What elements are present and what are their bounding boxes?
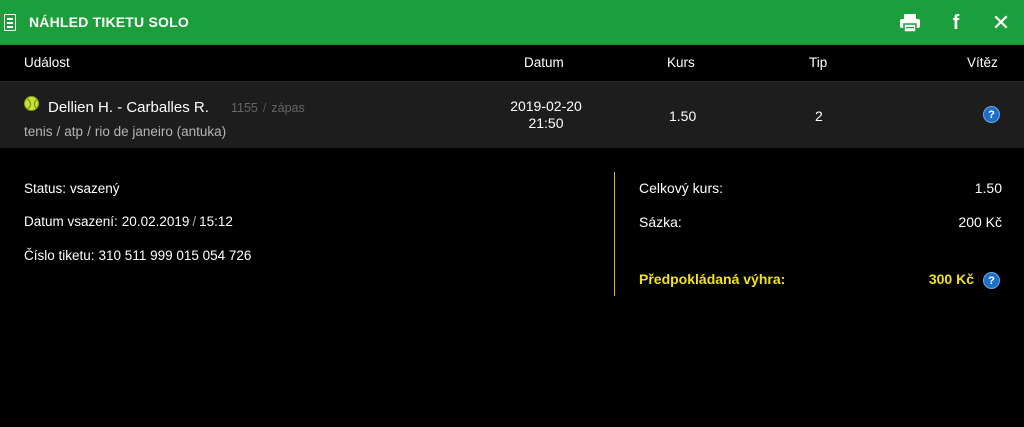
event-odds: 1.50 (669, 108, 697, 124)
separator: / (56, 124, 61, 139)
status-value: vsazený (70, 181, 120, 196)
event-tip: 2 (815, 108, 823, 124)
separator: / (192, 214, 197, 229)
ticket-number-label: Číslo tiketu: (24, 248, 95, 263)
match-number: 1155 (231, 101, 258, 115)
print-button[interactable] (897, 10, 923, 36)
column-header-tip: Tip (809, 55, 828, 70)
stake-label: Sázka: (639, 214, 682, 230)
close-button[interactable]: ✕ (988, 10, 1014, 36)
ticket-number-value: 310 511 999 015 054 726 (98, 248, 252, 263)
crumb-sport: tenis (24, 124, 53, 139)
event-datetime: 2019-02-20 21:50 (500, 98, 592, 132)
expected-win-value: 300 Kč (928, 271, 974, 287)
ticket-icon (4, 14, 16, 31)
separator: / (262, 101, 267, 115)
bet-date-line: Datum vsazení: 20.02.2019/15:12 (24, 214, 233, 229)
total-odds-label: Celkový kurs: (639, 180, 724, 196)
winner-help-icon[interactable]: ? (983, 106, 1000, 123)
match-name: Dellien H. - Carballes R. (48, 99, 209, 116)
match-meta: 1155 / zápas (231, 101, 305, 115)
column-header-event: Událost (24, 55, 70, 70)
facebook-icon: f (952, 11, 960, 34)
vertical-divider (614, 172, 615, 296)
column-header-winner: Vítěz (967, 55, 998, 70)
column-header-date: Datum (524, 55, 564, 70)
crumb-tournament: rio de janeiro (antuka) (94, 124, 227, 139)
expected-win-help-icon[interactable]: ? (983, 272, 1000, 289)
event-row: Dellien H. - Carballes R. 1155 / zápas ten… (0, 81, 1024, 148)
title-bar: NÁHLED TIKETU SOLO f ✕ (0, 0, 1024, 45)
status-label: Status: (24, 181, 67, 196)
status-line: Status: vsazený (24, 181, 120, 196)
close-icon: ✕ (991, 10, 1011, 35)
facebook-share-button[interactable]: f (943, 10, 969, 36)
tennis-ball-icon (24, 96, 39, 111)
dialog-title: NÁHLED TIKETU SOLO (29, 14, 189, 30)
event-time: 21:50 (528, 115, 564, 131)
event-date: 2019-02-20 (510, 98, 582, 114)
bet-date-value: 20.02.2019 (121, 214, 190, 229)
print-icon (900, 14, 920, 33)
ticket-number-line: Číslo tiketu: 310 511 999 015 054 726 (24, 248, 251, 263)
bet-time-value: 15:12 (199, 214, 233, 229)
event-breadcrumb: tenis / atp / rio de janeiro (antuka) (24, 124, 226, 139)
stake-value: 200 Kč (958, 214, 1002, 230)
bet-date-label: Datum vsazení: (24, 214, 118, 229)
separator: / (87, 124, 91, 139)
match-type: zápas (271, 101, 305, 115)
column-header-odds: Kurs (667, 55, 695, 70)
crumb-league: atp (64, 124, 84, 139)
total-odds-value: 1.50 (974, 180, 1002, 196)
expected-win-label: Předpokládaná výhra: (639, 271, 786, 287)
